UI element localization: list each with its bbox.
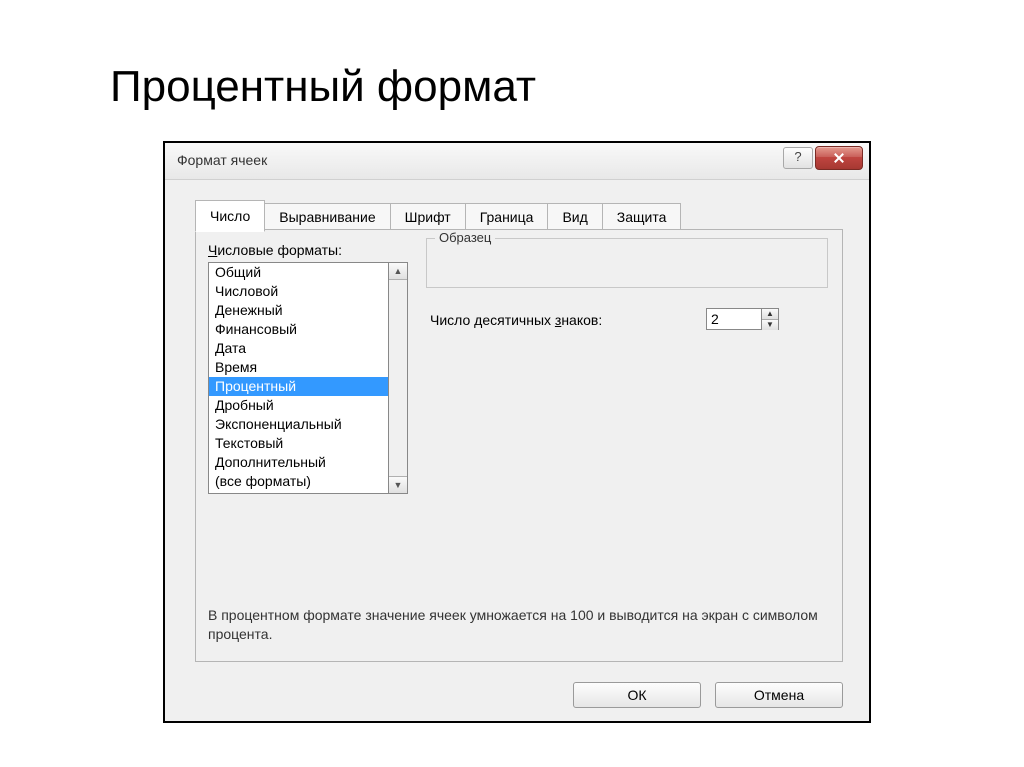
decimal-places-spinner[interactable]: 2 ▲ ▼ [706, 308, 779, 330]
tab-border[interactable]: Граница [465, 203, 549, 231]
format-item[interactable]: Дробный [209, 396, 388, 415]
format-cells-dialog: Формат ячеек ? Число Выравнивание Шрифт … [163, 141, 871, 723]
spinner-up[interactable]: ▲ [762, 309, 778, 320]
sample-groupbox: Образец [426, 238, 828, 288]
format-item[interactable]: Общий [209, 263, 388, 282]
close-button[interactable] [815, 146, 863, 170]
format-item[interactable]: Дата [209, 339, 388, 358]
scroll-down-button[interactable]: ▼ [389, 476, 407, 493]
dialog-footer: ОК Отмена [573, 682, 843, 708]
dialog-title: Формат ячеек [177, 152, 267, 168]
ok-button[interactable]: ОК [573, 682, 701, 708]
tab-protection[interactable]: Защита [602, 203, 682, 231]
tab-font[interactable]: Шрифт [390, 203, 466, 231]
help-button[interactable]: ? [783, 147, 813, 169]
format-item[interactable]: Время [209, 358, 388, 377]
format-item[interactable]: Числовой [209, 282, 388, 301]
format-item[interactable]: Финансовый [209, 320, 388, 339]
spinner-down[interactable]: ▼ [762, 320, 778, 330]
slide-title: Процентный формат [110, 62, 536, 112]
format-item[interactable]: Текстовый [209, 434, 388, 453]
format-item[interactable]: Процентный [209, 377, 388, 396]
tab-alignment[interactable]: Выравнивание [264, 203, 390, 231]
tab-content-number: Числовые форматы: ОбщийЧисловойДенежныйФ… [195, 229, 843, 662]
format-description: В процентном формате значение ячеек умно… [208, 606, 828, 644]
number-formats-label: Числовые форматы: [208, 242, 342, 258]
number-formats-list[interactable]: ОбщийЧисловойДенежныйФинансовыйДатаВремя… [208, 262, 408, 494]
titlebar: Формат ячеек ? [165, 143, 869, 180]
window-controls: ? [783, 146, 863, 170]
tab-number[interactable]: Число [195, 200, 265, 232]
tab-view[interactable]: Вид [547, 203, 602, 231]
tab-strip: Число Выравнивание Шрифт Граница Вид Защ… [195, 200, 680, 231]
dialog-body: Число Выравнивание Шрифт Граница Вид Защ… [165, 180, 869, 722]
format-item[interactable]: Дополнительный [209, 453, 388, 472]
decimal-places-label: Число десятичных знаков: [430, 312, 602, 328]
sample-label: Образец [435, 230, 495, 245]
scroll-up-button[interactable]: ▲ [389, 263, 407, 280]
format-item[interactable]: Денежный [209, 301, 388, 320]
list-scrollbar[interactable]: ▲ ▼ [388, 262, 408, 494]
format-item[interactable]: (все форматы) [209, 472, 388, 491]
cancel-button[interactable]: Отмена [715, 682, 843, 708]
decimal-places-input[interactable]: 2 [706, 308, 761, 330]
format-item[interactable]: Экспоненциальный [209, 415, 388, 434]
